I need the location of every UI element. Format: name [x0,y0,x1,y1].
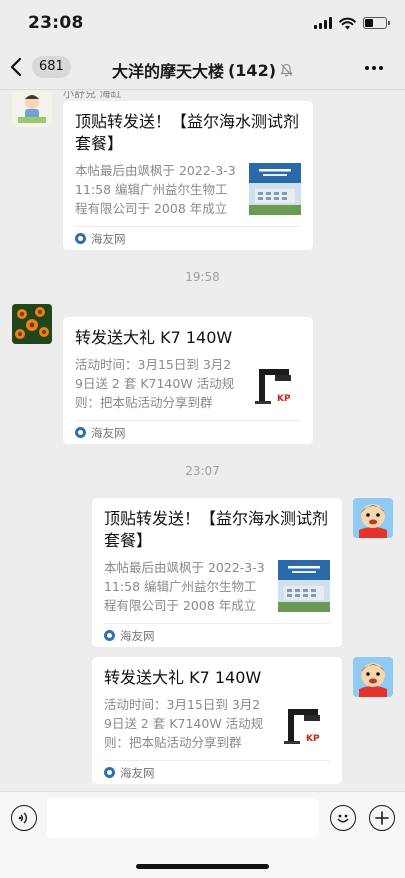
card-source: 海友网 [104,760,330,784]
svg-text:KP: KP [306,734,320,744]
link-card[interactable]: 顶贴转发送！【益尔海水测试剂套餐】 本帖最后由飒枫于 2022-3-311:58… [92,498,342,647]
card-title: 转发送大礼 K7 140W [75,328,233,347]
lamp-photo-icon: KP [278,697,330,749]
link-card[interactable]: 顶贴转发送！【益尔海水测试剂套餐】 本帖最后由飒枫于 2022-3-311:58… [63,101,313,250]
card-source: 海友网 [75,420,301,444]
building-photo-icon [249,163,301,215]
voice-icon [18,812,28,824]
card-description: 本帖最后由飒枫于 2022-3-311:58 编辑广州益尔生物工程有限公司于 2… [104,560,265,613]
chat-title: 大洋的摩天大楼 (142) [0,58,405,82]
flower-avatar-icon [12,304,52,344]
group-name: 大洋的摩天大楼 [111,62,224,81]
signal-icon [314,17,332,29]
cartoon-avatar-icon [12,91,52,127]
sender-avatar[interactable] [12,304,52,344]
card-title: 顶贴转发送！【益尔海水测试剂套餐】 [104,509,329,550]
emoji-button[interactable] [330,805,356,831]
timestamp: 19:58 [185,270,220,284]
member-count: (142) [227,60,277,80]
plus-icon [375,811,389,825]
lamp-photo-icon: KP [249,357,301,409]
more-options-button[interactable] [365,58,389,78]
cartoon-boy-avatar-icon [353,657,393,697]
more-dot-icon [365,66,369,70]
wifi-icon [339,17,356,29]
message-input[interactable] [47,798,319,838]
card-description: 活动时间：3月15日到 3月29日送 2 套 K7140W 活动规则：把本贴活动… [75,357,235,410]
more-functions-button[interactable] [369,805,395,831]
cartoon-boy-avatar-icon [353,498,393,538]
card-title: 转发送大礼 K7 140W [104,668,262,687]
source-name: 海友网 [91,231,126,246]
smiley-icon [337,814,349,823]
sender-name: 小舒兑 海缸 [63,91,122,100]
link-card[interactable]: 转发送大礼 K7 140W 活动时间：3月15日到 3月29日送 2 套 K71… [63,317,313,444]
status-icons [314,15,390,31]
svg-text:KP: KP [277,394,291,404]
source-name: 海友网 [91,425,126,440]
source-logo-icon [104,630,115,641]
sender-avatar[interactable] [12,91,52,127]
chat-messages[interactable]: 小舒兑 海缸 顶贴转发送！【益尔海水测试剂套餐】 本帖最后由飒枫于 2022-3… [0,91,405,791]
source-logo-icon [75,233,86,244]
home-indicator [136,864,269,869]
status-time: 23:08 [28,13,84,33]
card-source: 海友网 [75,226,301,250]
my-avatar[interactable] [353,657,393,697]
card-description: 活动时间：3月15日到 3月29日送 2 套 K7140W 活动规则：把本贴活动… [104,697,264,750]
source-logo-icon [104,767,115,778]
status-bar: 23:08 [0,0,405,46]
timestamp: 23:07 [185,464,220,478]
link-card[interactable]: 转发送大礼 K7 140W 活动时间：3月15日到 3月29日送 2 套 K71… [92,657,342,784]
voice-button[interactable] [11,805,37,831]
chat-header: 681 大洋的摩天大楼 (142) [0,46,405,90]
card-title: 顶贴转发送！【益尔海水测试剂套餐】 [75,112,300,153]
source-name: 海友网 [120,765,155,780]
building-photo-icon [278,560,330,612]
card-source: 海友网 [104,623,330,647]
source-logo-icon [75,427,86,438]
card-description: 本帖最后由飒枫于 2022-3-311:58 编辑广州益尔生物工程有限公司于 2… [75,163,236,216]
source-name: 海友网 [120,628,155,643]
battery-icon [363,17,390,29]
my-avatar[interactable] [353,498,393,538]
mute-bell-icon [280,63,293,77]
